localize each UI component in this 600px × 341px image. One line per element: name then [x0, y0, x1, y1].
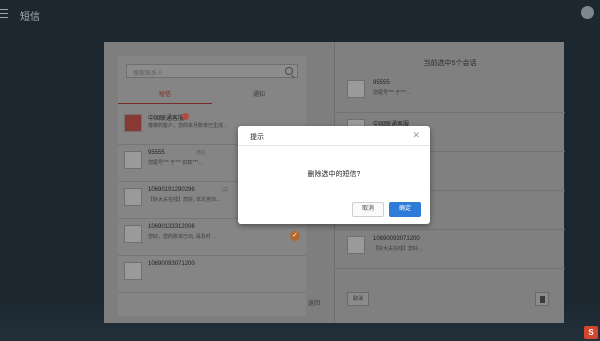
list-item[interactable]: 10690093071200 — [118, 256, 306, 293]
unread-badge — [182, 113, 189, 120]
conversation-name: 10690191290296 — [148, 187, 195, 193]
conversation-preview: 您好，您的账单已出, 请及时… — [148, 234, 216, 240]
dialog-header: 提示 ✕ — [238, 126, 430, 146]
avatar — [347, 236, 365, 254]
tray-logo-icon[interactable]: S — [584, 326, 598, 339]
avatar — [124, 151, 142, 169]
confirm-button[interactable]: 确定 — [389, 202, 421, 217]
cancel-selection-button[interactable]: 取消 — [347, 292, 369, 306]
search-placeholder: 搜索联系人 — [133, 71, 164, 77]
conversation-name: 95555 — [373, 80, 390, 86]
check-icon[interactable]: ✓ — [290, 231, 300, 241]
confirm-dialog: 提示 ✕ 删除选中的短信? 取消 确定 — [238, 126, 430, 224]
selection-footer: 取消 — [335, 288, 565, 316]
cancel-button[interactable]: 取消 — [352, 202, 384, 217]
avatar — [124, 262, 142, 280]
avatar — [124, 188, 142, 206]
search-input[interactable]: 搜索联系人 — [126, 64, 298, 78]
conversation-name: 10690133312006 — [148, 224, 195, 230]
search-icon[interactable] — [285, 67, 293, 75]
list-item[interactable]: 10690133312006 您好，您的账单已出, 请及时… ✓ — [118, 219, 306, 256]
avatar — [347, 80, 365, 98]
app-bar: 短信 — [0, 0, 600, 28]
back-button[interactable]: 返回 — [308, 298, 320, 307]
avatar — [124, 225, 142, 243]
conversation-count: (1) — [222, 187, 229, 193]
list-item[interactable]: 95555 您尾号*** 于***… — [335, 74, 565, 113]
menu-icon[interactable] — [0, 9, 8, 18]
tab-notifications[interactable]: 通知 — [212, 86, 306, 104]
conversation-name: 95555 — [148, 150, 165, 156]
conversation-preview: 您尾号*** 于***… — [373, 90, 412, 96]
trash-icon[interactable] — [535, 292, 549, 306]
conversation-preview: 【好大夫在线】您好… — [373, 246, 424, 252]
selection-header: 当前选中5个会话 — [423, 60, 477, 67]
app-title: 短信 — [20, 12, 40, 23]
conversation-count: (80) — [196, 150, 205, 156]
user-avatar[interactable] — [581, 6, 594, 19]
dialog-title: 提示 — [250, 134, 264, 141]
tabs: 短信 通知 — [118, 86, 306, 104]
list-item[interactable]: 10690093071200 【好大夫在线】您好… — [335, 230, 565, 269]
dialog-message: 删除选中的短信? — [307, 171, 361, 178]
conversation-name: 10690093071200 — [373, 236, 420, 242]
close-icon[interactable]: ✕ — [412, 131, 420, 140]
conversation-name: 中国联通客服 — [148, 116, 185, 122]
avatar — [124, 114, 142, 132]
conversation-name: 10690093071200 — [148, 261, 195, 267]
tab-sms[interactable]: 短信 — [118, 86, 212, 104]
